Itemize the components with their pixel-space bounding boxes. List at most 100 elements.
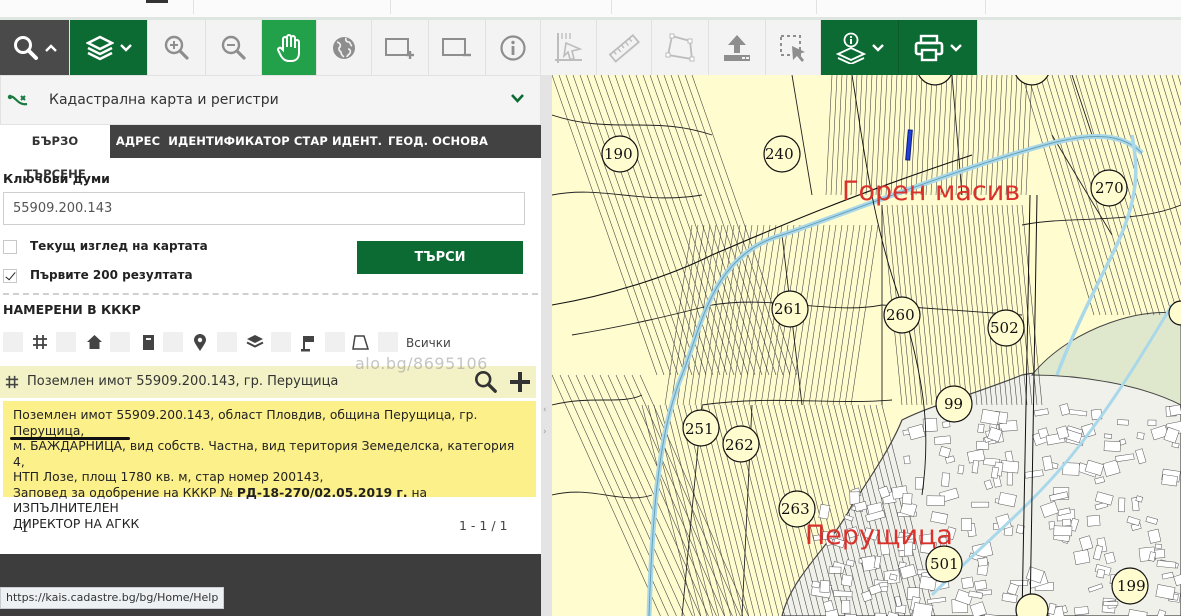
parcel-boundary bbox=[1117, 75, 1181, 286]
filter-checkbox[interactable] bbox=[217, 332, 237, 352]
building-outline bbox=[1147, 419, 1157, 426]
zoom-out-button[interactable] bbox=[206, 20, 262, 75]
building-outline bbox=[841, 600, 851, 614]
parcel-boundary bbox=[941, 204, 963, 406]
building-outline bbox=[942, 421, 951, 428]
full-extent-button[interactable] bbox=[317, 20, 372, 75]
header-separator bbox=[611, 0, 612, 14]
building-outline bbox=[977, 423, 985, 434]
filter-checkbox[interactable] bbox=[56, 332, 76, 352]
parcel-boundary bbox=[623, 374, 733, 616]
zoom-in-button[interactable] bbox=[148, 20, 206, 75]
parcel-boundary bbox=[830, 75, 838, 196]
current-view-checkbox[interactable] bbox=[3, 240, 17, 254]
parcel-number: 270 bbox=[1095, 179, 1124, 197]
building-outline bbox=[1161, 474, 1178, 487]
parcel-boundary bbox=[670, 224, 699, 406]
parcel-number: 262 bbox=[725, 436, 754, 454]
parcel-number: 501 bbox=[930, 555, 959, 573]
building-icon bbox=[143, 335, 154, 350]
building-outline bbox=[1074, 606, 1089, 616]
print-button[interactable] bbox=[899, 20, 978, 75]
panel-splitter[interactable]: ‹ › bbox=[541, 75, 552, 616]
first-200-checkbox[interactable] bbox=[3, 269, 17, 283]
result-line: Поземлен имот 55909.200.143, област Плов… bbox=[13, 408, 478, 438]
parcel-boundary bbox=[572, 75, 679, 376]
parcel-boundary bbox=[649, 75, 756, 376]
tab-geodetic-base[interactable]: ГЕОД. ОСНОВА bbox=[384, 125, 492, 158]
parcel-boundary bbox=[663, 75, 770, 376]
building-outline bbox=[926, 495, 945, 506]
filter-checkbox[interactable] bbox=[3, 332, 23, 352]
parcel-boundary bbox=[712, 224, 741, 406]
info-button[interactable] bbox=[486, 20, 541, 75]
chevron-down-icon bbox=[511, 94, 524, 103]
parcel-boundary bbox=[579, 75, 686, 376]
add-result-icon[interactable] bbox=[508, 370, 532, 394]
parcel-boundary bbox=[684, 75, 791, 376]
building-outline bbox=[1006, 471, 1013, 486]
cadastre-app: Кадастрална карта и регистри БЪРЗО ТЪРСЕ… bbox=[0, 0, 1181, 616]
building-outline bbox=[980, 408, 1000, 426]
building-outline bbox=[1154, 543, 1162, 549]
building-outline bbox=[1103, 433, 1113, 439]
pan-tool-button[interactable] bbox=[262, 20, 317, 75]
page-number[interactable]: 1 bbox=[20, 518, 30, 536]
layers-icon bbox=[246, 335, 264, 348]
zoom-to-result-icon[interactable] bbox=[474, 370, 498, 394]
select-button[interactable] bbox=[766, 20, 821, 75]
parcel-number: 260 bbox=[886, 306, 915, 324]
hand-drawn-underline bbox=[10, 437, 130, 440]
map-region-label: Горен масив bbox=[842, 176, 1021, 207]
building-outline bbox=[849, 491, 860, 505]
keywords-input[interactable] bbox=[3, 192, 525, 225]
watermark: alo.bg/8695106 bbox=[355, 354, 488, 373]
parcel-boundary bbox=[996, 204, 1018, 406]
layer-selector[interactable]: Кадастрална карта и регистри bbox=[0, 75, 541, 125]
measure-distance-button[interactable] bbox=[597, 20, 652, 75]
house-icon bbox=[87, 335, 102, 349]
zoom-box-in-button[interactable] bbox=[372, 20, 429, 75]
tab-old-identifier[interactable]: СТАР ИДЕНТ. bbox=[292, 125, 384, 158]
parcel-boundary bbox=[1135, 75, 1181, 226]
parcel-boundary bbox=[844, 224, 873, 406]
filter-checkbox[interactable] bbox=[378, 332, 398, 352]
filter-checkbox[interactable] bbox=[325, 332, 345, 352]
building-outline bbox=[1000, 460, 1020, 474]
coordinates-button[interactable] bbox=[541, 20, 597, 75]
filter-checkbox[interactable] bbox=[163, 332, 183, 352]
layers-tool-button[interactable] bbox=[70, 20, 148, 75]
page-range: 1 - 1 / 1 bbox=[459, 518, 508, 533]
current-view-label: Текущ изглед на картата bbox=[30, 239, 208, 253]
measure-area-button[interactable] bbox=[652, 20, 709, 75]
order-prefix: Заповед за одобрение на КККР № bbox=[13, 485, 237, 500]
parcel-boundary bbox=[558, 75, 665, 376]
chevron-down-icon bbox=[950, 43, 962, 52]
building-outline bbox=[811, 580, 821, 589]
parcel-number: 240 bbox=[765, 145, 794, 163]
tab-quick-search[interactable]: БЪРЗО ТЪРСЕНЕ bbox=[0, 125, 110, 181]
route-icon bbox=[7, 94, 28, 106]
search-button[interactable]: ТЪРСИ bbox=[357, 241, 523, 274]
parcel-boundary bbox=[916, 204, 938, 406]
result-line: ДИРЕКТОР НА АГКК bbox=[13, 516, 140, 531]
map-canvas[interactable]: Горен масив Перущица 190 240 270 261 260… bbox=[552, 75, 1181, 616]
parcel-boundary bbox=[567, 374, 677, 616]
chevron-up-icon bbox=[44, 43, 57, 52]
parcel-boundary bbox=[1021, 75, 1095, 316]
zoom-box-out-button[interactable] bbox=[429, 20, 486, 75]
result-line: м. БАЖДАРНИЦА, вид собств. Частна, вид т… bbox=[13, 439, 515, 469]
building-outline bbox=[990, 466, 999, 479]
filter-checkbox[interactable] bbox=[271, 332, 291, 352]
parcel-boundary bbox=[814, 224, 843, 406]
tab-identifier[interactable]: ИДЕНТИФИКАТОР bbox=[166, 125, 292, 158]
parcel-boundary bbox=[825, 75, 833, 196]
upload-button[interactable] bbox=[709, 20, 766, 75]
filter-checkbox[interactable] bbox=[110, 332, 130, 352]
search-tool-button[interactable] bbox=[0, 20, 70, 75]
keywords-label: Ключови думи bbox=[3, 171, 110, 186]
tab-address[interactable]: АДРЕС bbox=[110, 125, 166, 158]
parcel-boundary bbox=[1025, 75, 1033, 196]
identify-layers-button[interactable] bbox=[821, 20, 899, 75]
parcel-boundary bbox=[820, 224, 849, 406]
